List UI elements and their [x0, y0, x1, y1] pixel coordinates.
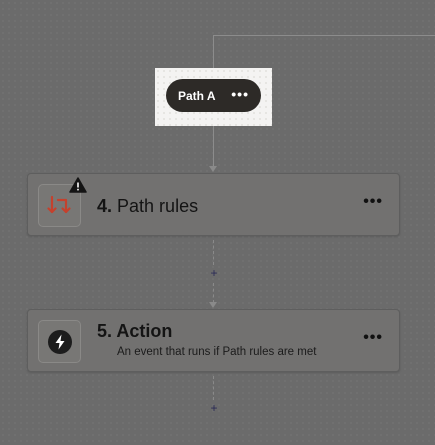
- more-horizontal-icon[interactable]: •••: [363, 194, 383, 210]
- step-card-action[interactable]: 5. Action An event that runs if Path rul…: [27, 309, 400, 372]
- more-horizontal-icon[interactable]: •••: [363, 330, 383, 346]
- branch-connector-horizontal: [213, 35, 435, 36]
- step-title: 4. Path rules: [97, 196, 198, 217]
- path-a-pill[interactable]: Path A •••: [166, 79, 261, 112]
- add-step-button[interactable]: +: [208, 401, 220, 415]
- step-subtitle: An event that runs if Path rules are met: [117, 346, 317, 358]
- connector-dashed-2: [213, 283, 214, 303]
- connector-dashed-3: [213, 376, 214, 400]
- step-title-text: Action: [116, 321, 173, 341]
- path-a-label: Path A: [178, 88, 216, 103]
- lightning-bolt-icon: [47, 329, 72, 354]
- connector-dashed-1: [213, 240, 214, 265]
- more-horizontal-icon[interactable]: •••: [231, 87, 249, 101]
- step-number: 4.: [97, 196, 113, 216]
- connector-arrow: [209, 302, 217, 308]
- connector-arrow: [209, 166, 217, 172]
- step-title-text: Path rules: [117, 196, 199, 216]
- add-step-button[interactable]: +: [208, 266, 220, 280]
- warning-icon: [69, 177, 87, 193]
- step-title: 5. Action: [97, 321, 172, 342]
- step-number: 5.: [97, 321, 113, 341]
- action-icon-box: [38, 320, 81, 363]
